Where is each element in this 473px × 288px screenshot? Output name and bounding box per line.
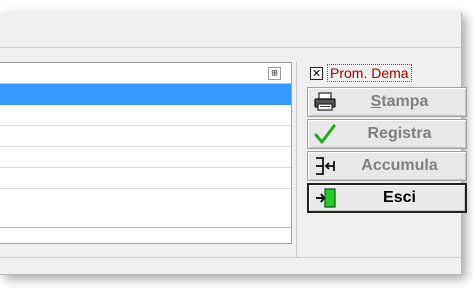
printer-icon bbox=[311, 89, 339, 115]
esci-button[interactable]: Esci bbox=[307, 183, 467, 213]
registra-button[interactable]: Registra bbox=[307, 119, 467, 149]
grid-header: ⊞ bbox=[0, 63, 291, 84]
accumulate-icon bbox=[311, 153, 339, 179]
exit-door-icon bbox=[312, 185, 340, 211]
table-row[interactable] bbox=[0, 105, 291, 126]
accumula-label: Accumula bbox=[361, 157, 438, 174]
grid-footer-divider bbox=[0, 227, 291, 228]
table-row[interactable] bbox=[0, 147, 291, 168]
application-window: ⊞ ✕ Prom. Dema Stampa Registra Accumula … bbox=[0, 12, 467, 275]
status-bar-divider bbox=[0, 257, 461, 258]
accumula-button[interactable]: Accumula bbox=[307, 151, 467, 181]
prom-dema-checkbox[interactable]: ✕ bbox=[310, 66, 323, 80]
esci-label: Esci bbox=[383, 189, 416, 206]
top-toolbar bbox=[0, 12, 461, 48]
expand-icon[interactable]: ⊞ bbox=[268, 67, 281, 80]
table-row[interactable] bbox=[0, 168, 291, 189]
table-row[interactable] bbox=[0, 126, 291, 147]
data-grid[interactable]: ⊞ bbox=[0, 62, 292, 244]
checkmark-icon bbox=[311, 121, 339, 147]
prom-dema-label[interactable]: Prom. Dema bbox=[327, 64, 412, 82]
panel-divider bbox=[296, 62, 297, 257]
prom-dema-checkbox-row[interactable]: ✕ Prom. Dema bbox=[310, 63, 412, 83]
stampa-label: Stampa bbox=[370, 93, 429, 110]
stampa-button[interactable]: Stampa bbox=[307, 87, 467, 117]
table-row[interactable] bbox=[0, 84, 291, 105]
registra-label: Registra bbox=[367, 125, 432, 142]
